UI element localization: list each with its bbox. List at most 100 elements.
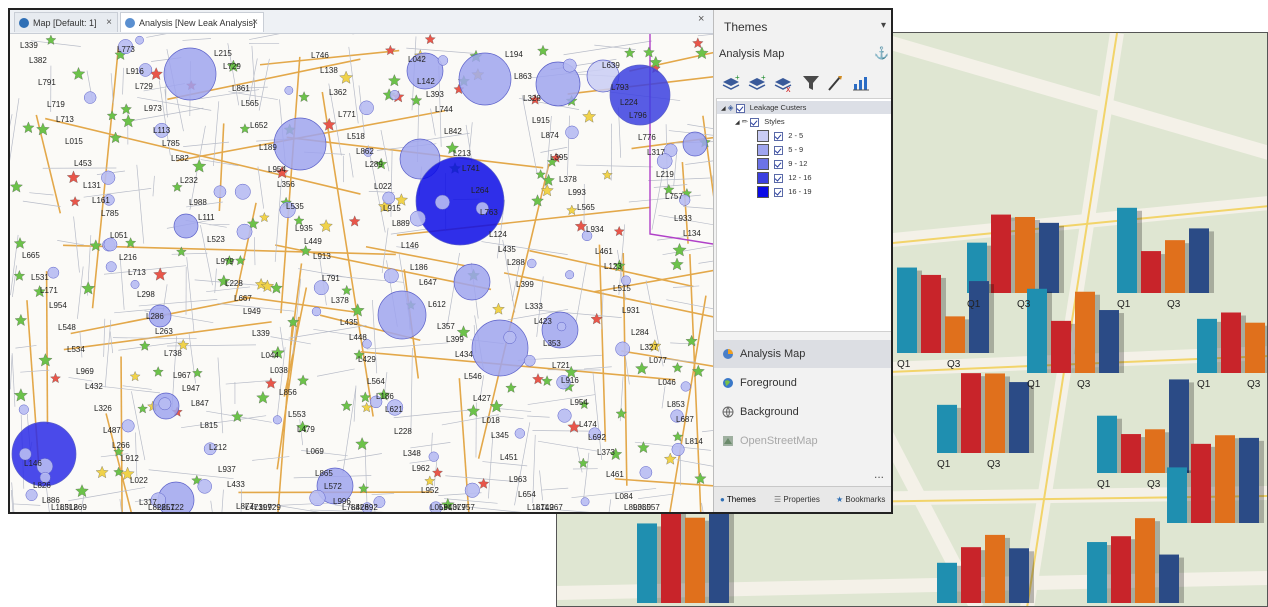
leak-point-circle[interactable] [382,191,396,205]
leak-point-circle[interactable] [556,321,567,332]
leak-point-circle[interactable] [18,404,29,415]
tree-item-class-4[interactable]: 12 - 16 [717,171,812,185]
expand-arrow-icon[interactable]: ◢ [735,120,740,126]
leak-point-circle[interactable] [135,35,144,45]
leak-point-circle[interactable] [101,170,116,185]
leak-point-circle[interactable] [514,428,526,439]
leak-point-circle[interactable] [83,91,97,104]
tab-analysis-close-icon[interactable]: × [252,13,258,33]
tree-item-styles[interactable]: ◢ ✏ Styles [717,115,785,128]
leak-point-circle[interactable] [671,442,685,456]
leak-point-circle[interactable] [236,223,253,240]
leak-point-circle[interactable] [557,408,572,423]
tree-item-class-3[interactable]: 9 - 12 [717,157,807,171]
leak-cluster-bubble[interactable] [163,47,217,101]
nav-openstreetmap[interactable]: OpenStreetMap [714,427,891,455]
minor-street [274,178,282,262]
class-checkbox[interactable] [774,145,784,155]
map-settings-icon[interactable]: ⚓ [874,46,889,60]
leak-point-circle[interactable] [680,381,691,392]
panel-pin-icon[interactable]: ▾ [881,20,886,31]
leak-point-circle[interactable] [639,466,653,479]
leak-point-circle[interactable] [562,58,577,73]
add-layer-stack-icon[interactable]: + [746,72,768,94]
class-checkbox[interactable] [774,159,784,169]
leak-point-circle[interactable] [527,258,537,269]
filter-icon[interactable] [800,72,822,94]
nav-background[interactable]: Background [714,398,891,426]
leak-point-circle[interactable] [359,100,374,116]
leak-point-circle[interactable] [158,397,172,411]
leak-star-marker [505,382,517,393]
leak-point-circle[interactable] [409,210,426,227]
leak-point-circle[interactable] [434,194,450,210]
chart-icon[interactable] [850,72,872,94]
leak-cluster-bubble[interactable] [173,213,199,239]
close-all-tabs-icon[interactable]: × [698,13,704,25]
leak-point-circle[interactable] [47,266,60,279]
leak-point-circle[interactable] [284,86,294,95]
class-checkbox[interactable] [774,131,784,141]
leak-cluster-bubble[interactable] [273,117,327,171]
leak-point-circle[interactable] [464,482,480,498]
leak-cluster-bubble[interactable] [471,319,529,377]
leak-id-label: L796 [629,111,647,120]
tree-item-class-5[interactable]: 16 - 19 [717,185,812,199]
styles-checkbox[interactable] [750,117,760,127]
tab-analysis-new-leak[interactable]: Analysis [New Leak Analysis] × [120,12,264,32]
leak-point-circle[interactable] [615,341,631,357]
minor-street [431,432,433,455]
bottom-tab-themes[interactable]: ● Themes [720,495,756,504]
leak-point-circle[interactable] [25,489,38,501]
nav-foreground[interactable]: Foreground [714,369,891,397]
tree-item-class-1[interactable]: 2 - 5 [717,129,803,143]
leak-star-marker [69,196,81,207]
leak-cluster-bubble[interactable] [458,52,512,106]
leak-point-circle[interactable] [383,268,399,284]
minor-street [661,386,666,409]
tab-map-default-close-icon[interactable]: × [106,13,112,33]
nav-analysis-map[interactable]: Analysis Map [714,340,891,368]
leak-point-circle[interactable] [105,261,117,273]
tab-map-default[interactable]: Map [Default: 1] × [14,12,118,32]
class-checkbox[interactable] [774,187,784,197]
leak-id-label: L612 [428,300,446,309]
class-checkbox[interactable] [774,173,784,183]
analysis-map-view[interactable]: L339 L773 L215 L746 L042 L194 L639 L382 L916 L729… [10,34,713,514]
bottom-tab-bookmarks[interactable]: ★ Bookmarks [836,495,885,504]
leak-cluster-bubble[interactable] [377,290,427,340]
add-layer-icon[interactable]: + [720,72,742,94]
leak-star-marker [137,403,148,414]
leak-point-circle[interactable] [524,354,536,367]
leak-point-circle[interactable] [565,125,579,140]
leak-point-circle[interactable] [272,415,282,425]
style-brush-icon[interactable] [824,72,846,94]
leak-point-circle[interactable] [234,183,251,200]
map-canvas[interactable]: L339 L773 L215 L746 L042 L194 L639 L382 L916 L729… [10,34,713,514]
leak-point-circle[interactable] [311,306,322,317]
leak-point-circle[interactable] [121,419,135,433]
tree-item-class-2[interactable]: 5 - 9 [717,143,803,157]
leak-point-circle[interactable] [309,489,326,507]
leak-star-marker [613,225,625,237]
leak-id-label: L429 [358,355,376,364]
more-options-icon[interactable]: ... [874,467,884,481]
expand-arrow-icon[interactable]: ◢ [721,106,726,112]
leak-point-circle[interactable] [130,280,140,289]
leak-point-circle[interactable] [428,451,439,462]
bottom-tab-properties[interactable]: ☰ Properties [774,495,820,504]
leak-point-circle[interactable] [580,497,590,507]
tree-item-leakage-clusters[interactable]: ◢ ◈ Leakage Custers [717,101,891,114]
minor-street [676,459,713,467]
leak-cluster-bubble[interactable] [682,131,708,157]
leak-point-circle[interactable] [565,270,575,280]
leak-point-circle[interactable] [197,479,212,494]
remove-layer-icon[interactable]: x [772,72,794,94]
leak-point-circle[interactable] [503,330,517,344]
leak-cluster-bubble[interactable] [453,263,491,301]
leakage-clusters-checkbox[interactable] [735,103,745,113]
leak-point-circle[interactable] [389,90,400,100]
leak-point-circle[interactable] [437,55,449,66]
leak-point-circle[interactable] [213,185,227,199]
leak-id-label: L146 [401,241,419,250]
